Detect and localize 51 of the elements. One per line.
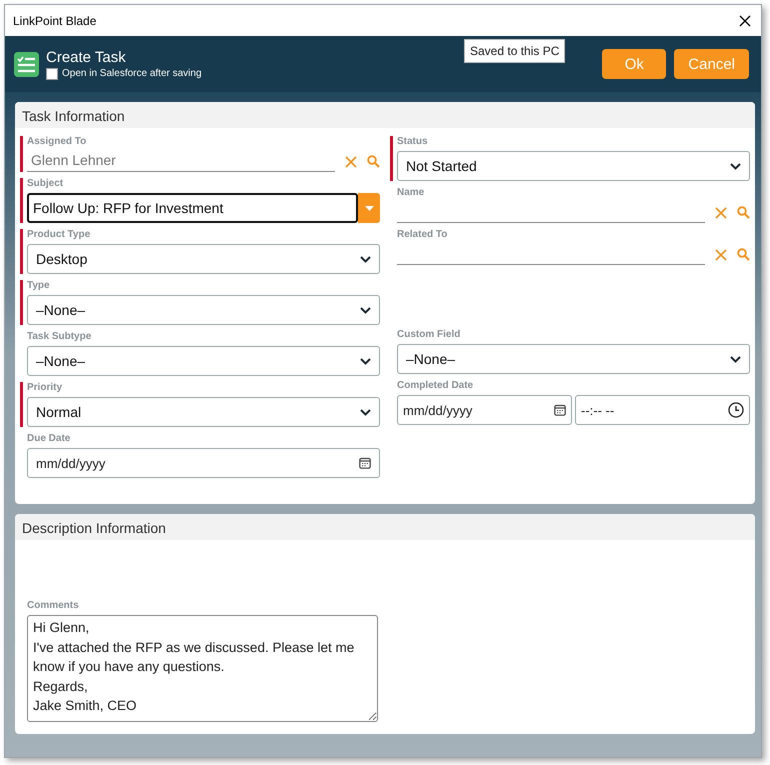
text-field[interactable]: Follow Up: RFP for Investment (27, 193, 358, 223)
checkbox-label: Open in Salesforce after saving (62, 68, 202, 79)
dropdown[interactable]: –None– (397, 344, 750, 374)
field-label: Custom Field (397, 329, 460, 340)
time-field[interactable]: --:-- -- (575, 395, 750, 425)
chevron-down-icon (360, 408, 371, 416)
dropdown[interactable]: –None– (27, 346, 380, 376)
clock-icon[interactable] (728, 402, 744, 418)
window-title: LinkPoint Blade (13, 14, 96, 28)
field-label: Completed Date (397, 380, 474, 391)
search-icon[interactable] (737, 206, 750, 219)
field-label: Name (397, 187, 424, 198)
caret-icon (364, 206, 374, 210)
chevron-down-icon (730, 356, 741, 362)
field-label: Related To (397, 229, 448, 240)
dropdown-button[interactable] (358, 193, 380, 223)
close-icon[interactable] (739, 14, 751, 26)
dropdown[interactable]: Not Started (397, 151, 750, 181)
field-label: Comments (27, 600, 79, 611)
clear-icon[interactable] (715, 248, 727, 260)
field-label: Task Subtype (27, 331, 92, 342)
field-label: Status (397, 136, 428, 147)
search-icon[interactable] (737, 248, 750, 261)
field-label: Type (27, 280, 50, 291)
chevron-down-icon (360, 358, 371, 364)
dropdown[interactable]: Desktop (27, 244, 380, 274)
chevron-down-icon (730, 162, 741, 170)
dropdown[interactable]: –None– (27, 295, 380, 325)
date-field[interactable]: mm/dd/yyyy (397, 395, 572, 425)
chevron-down-icon (360, 256, 371, 262)
search-icon[interactable] (367, 155, 380, 168)
field-label: Priority (27, 382, 62, 393)
field-label: Assigned To (27, 136, 86, 147)
section-title: Task Information (15, 102, 755, 128)
tooltip: Saved to this PC (464, 39, 566, 63)
clear-icon[interactable] (345, 156, 357, 168)
field-label: Product Type (27, 229, 90, 240)
dropdown[interactable]: Normal (27, 397, 380, 427)
date-field[interactable]: mm/dd/yyyy (27, 448, 380, 478)
field-label: Subject (27, 178, 64, 189)
chevron-down-icon (360, 306, 371, 314)
calendar-icon[interactable] (359, 457, 371, 469)
section-title: Description Information (15, 514, 755, 540)
field-label: Due Date (27, 433, 70, 444)
dialog-title: Create Task (46, 48, 127, 66)
clear-icon[interactable] (715, 206, 727, 218)
lookup-field[interactable]: Glenn Lehner (27, 151, 335, 172)
task-list-icon (14, 52, 39, 76)
comments-field[interactable]: Hi Glenn, I've attached the RFP as we discussed. Please let me know if you have any questions. Regards, Jake Smith, CEO (27, 615, 378, 722)
calendar-icon[interactable] (554, 404, 566, 416)
checkbox[interactable] (46, 68, 58, 80)
